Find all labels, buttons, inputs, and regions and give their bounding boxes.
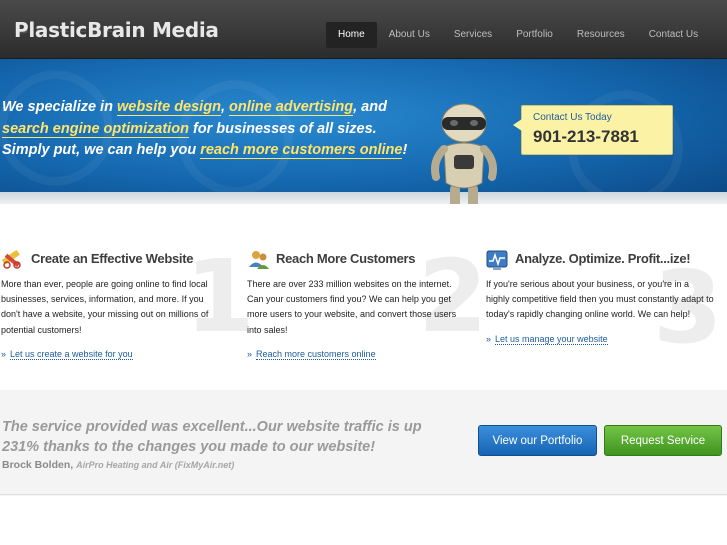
testimonial-quote: The service provided was excellent...Our… xyxy=(2,419,422,455)
nav-about-us[interactable]: About Us xyxy=(377,22,442,48)
feature-column-3: 3 Analyze. Optimize. Profit...ize! If yo… xyxy=(485,204,727,390)
link-arrow-icon: » xyxy=(247,349,253,359)
nav-portfolio[interactable]: Portfolio xyxy=(504,22,565,48)
author-name: Brock Bolden, xyxy=(2,459,77,471)
feature-title: Analyze. Optimize. Profit...ize! xyxy=(515,251,691,266)
contact-label: Contact Us Today xyxy=(533,112,612,123)
tagline-text: , xyxy=(220,99,229,115)
hero-tagline: We specialize in website design, online … xyxy=(2,97,422,162)
analytics-icon xyxy=(486,250,508,270)
contact-phone[interactable]: 901-213-7881 xyxy=(533,127,639,147)
feature-body: There are over 233 million websites on t… xyxy=(247,279,457,335)
tagline-text: , and xyxy=(353,99,387,115)
pencil-ruler-icon xyxy=(2,250,21,269)
view-portfolio-button[interactable]: View our Portfolio xyxy=(478,425,597,456)
robot-mascot-icon xyxy=(431,103,497,204)
users-icon xyxy=(249,251,269,269)
site-header: PlasticBrain Media PlasticBrain Media Ho… xyxy=(0,0,727,59)
feature-column-2: 2 Reach More Customers There are over 23… xyxy=(246,204,488,390)
hero-banner: ○ ○ ○ We specialize in website design, o… xyxy=(0,59,727,204)
feature-body: More than ever, people are going online … xyxy=(1,279,209,335)
feature-link-label[interactable]: Let us create a website for you xyxy=(10,349,133,360)
tagline-link-seo[interactable]: search engine optimization xyxy=(2,120,189,138)
testimonial-author: Brock Bolden, AirPro Heating and Air (Fi… xyxy=(2,459,234,471)
feature-link[interactable]: » Let us create a website for you xyxy=(1,349,133,360)
tagline-text: We specialize in xyxy=(2,99,117,115)
request-service-button[interactable]: Request Service xyxy=(604,425,722,456)
feature-title: Reach More Customers xyxy=(276,251,416,266)
nav-home[interactable]: Home xyxy=(326,22,377,48)
nav-resources[interactable]: Resources xyxy=(565,22,637,48)
hero-floor xyxy=(0,192,727,204)
contact-callout[interactable]: Contact Us Today 901-213-7881 xyxy=(513,105,673,155)
author-company: AirPro Heating and Air (FixMyAir.net) xyxy=(76,460,235,470)
tagline-text: ! xyxy=(402,142,408,158)
feature-link-label[interactable]: Let us manage your website xyxy=(495,334,608,345)
site-logo-reflection: PlasticBrain Media xyxy=(14,24,219,36)
nav-services[interactable]: Services xyxy=(442,22,504,48)
feature-link[interactable]: » Reach more customers online xyxy=(247,349,376,360)
feature-title: Create an Effective Website xyxy=(31,251,194,266)
page-bottom xyxy=(0,496,727,545)
tagline-link-reach-customers[interactable]: reach more customers online xyxy=(200,142,403,159)
feature-link[interactable]: » Let us manage your website xyxy=(486,334,608,345)
link-arrow-icon: » xyxy=(1,349,7,359)
feature-body: If you're serious about your business, o… xyxy=(486,279,714,320)
main-nav: Home About Us Services Portfolio Resourc… xyxy=(326,22,710,48)
tagline-link-online-advertising[interactable]: online advertising xyxy=(229,99,354,116)
link-arrow-icon: » xyxy=(486,334,492,344)
feature-column-1: 1 Create an Effective Website More than … xyxy=(0,204,255,390)
feature-link-label[interactable]: Reach more customers online xyxy=(256,349,376,360)
tagline-link-website-design[interactable]: website design xyxy=(116,99,221,116)
nav-contact-us[interactable]: Contact Us xyxy=(637,22,710,48)
features-section: 1 Create an Effective Website More than … xyxy=(0,204,727,390)
